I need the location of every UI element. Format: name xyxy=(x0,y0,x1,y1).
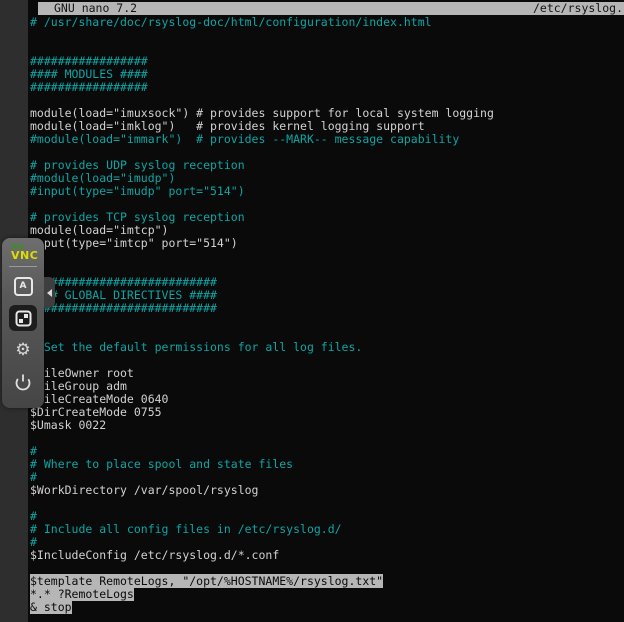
editor-line: & stop xyxy=(30,601,624,614)
power-icon xyxy=(14,373,32,391)
power-button[interactable] xyxy=(9,369,37,395)
gear-icon: ⚙ xyxy=(15,342,30,359)
editor-line: *.* ?RemoteLogs xyxy=(30,588,624,601)
vnc-screen: GNU nano 7.2 /etc/rsyslog. # /usr/share/… xyxy=(0,0,624,622)
editor-line: # Set the default permissions for all lo… xyxy=(30,341,624,354)
editor-line: #module(load="immark") # provides --MARK… xyxy=(30,133,624,146)
editor-line: $DirCreateMode 0755 xyxy=(30,406,624,419)
keyboard-a-icon: A xyxy=(14,277,33,296)
extra-keys-button[interactable]: A xyxy=(9,273,37,299)
editor-line xyxy=(30,497,624,510)
chevron-left-icon xyxy=(47,289,52,297)
editor-line: # Where to place spool and state files xyxy=(30,458,624,471)
editor-line: # Include all config files in /etc/rsysl… xyxy=(30,523,624,536)
editor-line xyxy=(30,250,624,263)
editor-line xyxy=(30,432,624,445)
nano-editor-area[interactable]: # /usr/share/doc/rsyslog-doc/html/config… xyxy=(30,16,624,622)
novnc-control-bar: no VNC A ⚙ xyxy=(2,238,44,408)
editor-line: ########################### xyxy=(30,302,624,315)
novnc-logo: no VNC xyxy=(2,238,44,264)
novnc-logo-bottom: VNC xyxy=(11,251,44,260)
editor-line: ################# xyxy=(30,81,624,94)
fullscreen-icon xyxy=(15,310,32,327)
toolbar-collapse-handle[interactable] xyxy=(44,277,55,308)
editor-line: # /usr/share/doc/rsyslog-doc/html/config… xyxy=(30,16,624,29)
settings-button[interactable]: ⚙ xyxy=(9,337,37,363)
toolbar-divider xyxy=(9,266,37,267)
editor-line xyxy=(30,29,624,42)
editor-line: $Umask 0022 xyxy=(30,419,624,432)
editor-line: $IncludeConfig /etc/rsyslog.d/*.conf xyxy=(30,549,624,562)
editor-line xyxy=(30,315,624,328)
nano-filename-label: /etc/rsyslog. xyxy=(533,2,624,15)
nano-titlebar: GNU nano 7.2 /etc/rsyslog. xyxy=(38,2,624,15)
fullscreen-button[interactable] xyxy=(9,305,37,331)
nano-version-label: GNU nano 7.2 xyxy=(38,2,137,15)
editor-line: $WorkDirectory /var/spool/rsyslog xyxy=(30,484,624,497)
editor-line: input(type="imtcp" port="514") xyxy=(30,237,624,250)
editor-line: #input(type="imudp" port="514") xyxy=(30,185,624,198)
terminal-window[interactable]: GNU nano 7.2 /etc/rsyslog. # /usr/share/… xyxy=(28,0,624,622)
